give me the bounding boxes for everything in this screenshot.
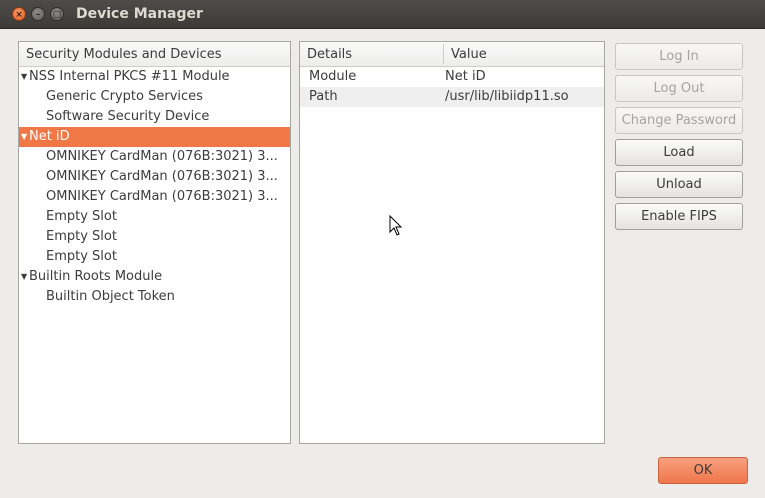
details-column-header-value[interactable]: Value <box>444 42 487 66</box>
tree-device-item[interactable]: Empty Slot <box>19 247 290 267</box>
tree-device-item[interactable]: Builtin Object Token <box>19 287 290 307</box>
expand-arrow-icon[interactable]: ▼ <box>21 67 27 87</box>
unload-button[interactable]: Unload <box>615 171 743 198</box>
load-button[interactable]: Load <box>615 139 743 166</box>
tree-item-label: Generic Crypto Services <box>46 89 203 104</box>
expand-arrow-icon[interactable]: ▼ <box>21 267 27 287</box>
table-row[interactable]: Module Net iD <box>300 67 604 87</box>
log-in-button[interactable]: Log In <box>615 43 743 70</box>
tree-device-item[interactable]: Software Security Device <box>19 107 290 127</box>
tree-item-label: Builtin Roots Module <box>29 269 163 284</box>
details-table[interactable]: Details Value Module Net iD Path /usr/li… <box>299 41 605 444</box>
tree-item-label: Builtin Object Token <box>46 289 175 304</box>
detail-value: Net iD <box>445 69 486 84</box>
tree-device-item[interactable]: Empty Slot <box>19 227 290 247</box>
tree-item-label: NSS Internal PKCS #11 Module <box>29 69 230 84</box>
ok-button[interactable]: OK <box>658 457 748 484</box>
tree-item-label: OMNIKEY CardMan (076B:3021) 3... <box>46 189 278 204</box>
tree-item-label: OMNIKEY CardMan (076B:3021) 3... <box>46 149 278 164</box>
close-window-icon[interactable]: × <box>12 7 26 21</box>
window-title: Device Manager <box>76 6 203 22</box>
tree-device-item[interactable]: Empty Slot <box>19 207 290 227</box>
title-bar: × – □ Device Manager <box>0 0 765 29</box>
tree-device-item[interactable]: OMNIKEY CardMan (076B:3021) 3... <box>19 187 290 207</box>
tree-item-label: Software Security Device <box>46 109 210 124</box>
tree-module-item[interactable]: ▼ Net iD <box>19 127 290 147</box>
tree-module-item[interactable]: ▼ NSS Internal PKCS #11 Module <box>19 67 290 87</box>
tree-module-item[interactable]: ▼ Builtin Roots Module <box>19 267 290 287</box>
mouse-pointer-icon <box>389 215 403 236</box>
maximize-window-icon[interactable]: □ <box>50 7 64 21</box>
detail-key: Path <box>309 89 338 104</box>
tree-device-item[interactable]: OMNIKEY CardMan (076B:3021) 3... <box>19 167 290 187</box>
details-column-header: Details Value <box>300 42 604 67</box>
tree-header-label: Security Modules and Devices <box>26 47 222 62</box>
tree-device-item[interactable]: Generic Crypto Services <box>19 87 290 107</box>
tree-item-label: OMNIKEY CardMan (076B:3021) 3... <box>46 169 278 184</box>
expand-arrow-icon[interactable]: ▼ <box>21 127 27 147</box>
minimize-window-icon[interactable]: – <box>31 7 45 21</box>
table-row[interactable]: Path /usr/lib/libiidp11.so <box>300 87 604 107</box>
enable-fips-button[interactable]: Enable FIPS <box>615 203 743 230</box>
tree-rows: ▼ NSS Internal PKCS #11 Module Generic Cry… <box>19 67 290 307</box>
tree-item-label: Empty Slot <box>46 209 117 224</box>
log-out-button[interactable]: Log Out <box>615 75 743 102</box>
change-password-button[interactable]: Change Password <box>615 107 743 134</box>
tree-item-label: Empty Slot <box>46 249 117 264</box>
tree-item-label: Empty Slot <box>46 229 117 244</box>
tree-column-header[interactable]: Security Modules and Devices <box>19 42 290 67</box>
tree-item-label: Net iD <box>29 129 70 144</box>
details-column-header-details[interactable]: Details <box>300 42 443 66</box>
detail-value: /usr/lib/libiidp11.so <box>445 89 569 104</box>
detail-key: Module <box>309 69 357 84</box>
security-modules-tree[interactable]: Security Modules and Devices ▼ NSS Intern… <box>18 41 291 444</box>
tree-device-item[interactable]: OMNIKEY CardMan (076B:3021) 3... <box>19 147 290 167</box>
